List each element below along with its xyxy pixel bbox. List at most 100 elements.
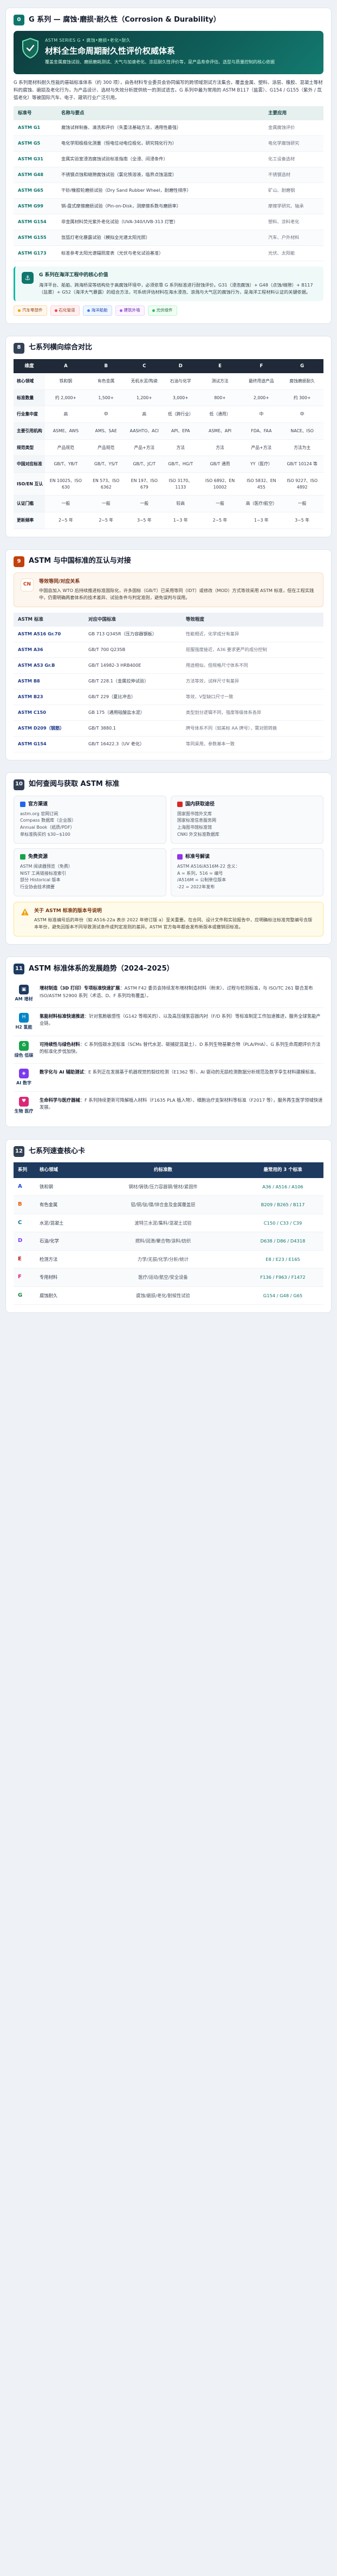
table-cell: 2~5 年 [45,512,87,529]
equivalence-degree: 等效，V型缺口尺寸一致 [182,689,323,705]
table-cell: 高（医疗/航空） [242,495,281,513]
hero-title: 材料全生命周期耐久性评价权威体系 [45,45,176,56]
column-header-astm: ASTM 标准 [14,613,84,627]
series-scope: 波特兰水泥/集料/混凝土试验 [84,1214,242,1233]
access-card-line: ASTM A516/A516M-22 含义： [177,863,240,869]
table-cell: 约 2,000+ [45,389,87,407]
access-card-line: /A516M = 公制单位版本 [177,877,226,883]
table-cell: 石油与化学 [163,373,198,390]
quick-ref-table: 系列 核心领域 约标准数 最常用的 3 个标准 A 铁和钢 钢材/铸铁/压力容器钢/… [14,1162,323,1305]
trend-heading: 数字化与 AI 辅助测试 [40,1069,84,1075]
astm-standard: ASTM A53 Gr.B [14,658,84,674]
table-cell: NACE、ISO [281,422,323,440]
access-card-line: Annual Book（纸质/PDF） [20,825,75,830]
trend-text: 氢能材料标准快速推进：针对氢脆敏感性（G142 等相关的）、以及高压储氢容器内衬… [40,1013,323,1031]
equivalence-degree: 用途相似，但规格尺寸体系不同 [182,658,323,674]
table-cell: 无机水泥/陶瓷 [125,373,163,390]
mapping-table: ASTM 标准 对应中国标准 等效程度 ASTM A516 Gr.70 GB 71… [14,613,323,752]
trend-side: H H2 氢能 [14,1012,34,1031]
industry-tags: 汽车零部件 石化管道 海洋船舶 建筑外墙 光伏组件 [14,305,323,316]
row-header: 标准数量 [14,389,45,407]
trend-key: 生物 医疗 [14,1108,34,1114]
access-card-line: 行业协会技术摘要 [20,884,55,890]
table-cell: 一般 [86,495,126,513]
version-warning: 关于 ASTM 标准的版本号说明 ASTM 标准编号后的年份（如 A516-22… [14,902,323,937]
cn-standard: GB/T 14982-3 HRB400E [84,658,182,674]
series-domain: 腐蚀耐久 [35,1286,84,1305]
section-number: 0 [14,15,24,25]
astm-standard: ASTM G154 [14,736,84,752]
trend-text: 增材制造（3D 打印）专项标准快速扩展：ASTM F42 委员会持续发布增材制造… [40,985,323,1003]
table-cell: 方法 [163,439,198,457]
tag-label: 建筑外墙 [124,307,140,313]
column-header-domain: 核心领域 [35,1162,84,1178]
standard-application: 摩擦学研究、轴承 [264,198,323,214]
table-cell: GB/T、YB/T [45,456,87,473]
table-cell: 中 [242,406,281,423]
section-number: 11 [14,964,24,975]
table-cell: 方法 [198,439,242,457]
table-cell: ISO 6892、EN 10002 [198,472,242,496]
trend-side: ♻ 绿色 低碳 [14,1040,34,1059]
table-row: B 有色金属 铝/铜/钛/镍/锌合金及金属覆盖层 B209 / B265 / B117 [14,1195,323,1214]
table-cell: 3,000+ [163,389,198,407]
heart-icon: ♥ [19,1096,29,1107]
series-scope: 医疗/运动/航空/安全设备 [84,1268,242,1287]
table-row: ASTM G5 电化学阳极极化测量（恒电位动电位极化，研究钝化行为） 电化学腐蚀研究 [14,135,323,152]
cn-standard: GB 175（通用硅酸盐水泥） [84,705,182,721]
column-header: B [86,359,126,373]
series-domain: 有色金属 [35,1195,84,1214]
access-card-line: 部分 Historical 版本 [20,877,61,883]
access-card-line: A = 系列，516 = 编号 [177,870,223,876]
cn-text: 中国自加入 WTO 后持续推进标准国际化，许多国标（GB/T）已采用等同（IDT… [39,587,314,600]
access-card-line: NIST 工具链接标准索引 [20,870,66,876]
warning-title: 关于 ASTM 标准的版本号说明 [34,908,102,914]
equivalence-degree: 牌号体系不同（如美标 AA 牌号），需对照转换 [182,720,323,737]
library-icon [177,802,183,808]
access-card: 免费资源 ASTM 阅读器预览（免费） NIST 工具链接标准索引 部分 Histor… [14,848,166,897]
table-cell: EN 573、ISO 6362 [86,472,126,496]
table-cell: 中 [281,406,323,423]
table-row: 行业集中度高中高低（跨行业） 低（通用）中中 [14,406,323,423]
table-row: 标准数量约 2,000+ 1,500+ 1,200+ 3,000+ 800+ 2,000+… [14,389,323,407]
standard-application: 电化学腐蚀研究 [264,135,323,152]
page: 0 G 系列 — 腐蚀·磨损·耐久性（Corrosion & Durabilit… [0,0,337,1323]
table-row: ISO/EN 互认 EN 10025、ISO 630 EN 573、ISO 6362… [14,472,323,496]
table-cell: 高 [125,406,163,423]
table-cell: GB/T、YS/T [86,456,126,473]
table-cell: 约 300+ [281,389,323,407]
trend-item: ▣ AM 增材 增材制造（3D 打印）专项标准快速扩展：ASTM F42 委员会持续… [14,980,323,1008]
section-title: ASTM 与中国标准的互认与对接 [29,557,131,565]
section-header: 9 ASTM 与中国标准的互认与对接 [14,556,323,567]
standard-name: 标准参考太阳光谱辐照度表（光伏与老化试验基准） [57,245,264,262]
table-row: 认证门槛 一般 一般 一般 较高 一般 高（医疗/航空） 一般 [14,495,323,513]
row-header: 认证门槛 [14,495,45,513]
cn-standard: GB/T 3880.1 [84,720,182,737]
column-header-app: 主要应用 [264,106,323,121]
section-comparison: 8 七系列横向综合对比 维度 A B C D E F G 核心领域 铁和钢 有色金属 无机水泥/陶瓷… [5,335,332,537]
equivalence-degree: 方法等效，试样尺寸有差异 [182,673,323,689]
section-number: 10 [14,779,24,790]
table-row: 规范类型 产品规范 产品规范 产品+方法 方法 方法 产品+方法 方法为主 [14,439,323,457]
tag-solar: 光伏组件 [147,305,177,316]
trend-heading: 氢能材料标准快速推进 [40,1013,85,1019]
table-row: 主要引用机构 ASME、AWS AMS、SAE AASHTO、ACI API、EPA AS… [14,422,323,440]
access-card-line: Compass 数据库（企业版） [20,818,76,823]
column-header-name: 名称与要点 [57,106,264,121]
series-top-standards: A36 / A516 / A106 [242,1178,323,1196]
gift-icon [20,854,25,860]
note-text: 海洋平台、船舶、跨海桥梁等结构处于高腐蚀环境中，必须依靠 G 系列标准进行耐蚀评… [39,282,313,295]
series-top-standards: G154 / G48 / G65 [242,1286,323,1305]
table-cell: YY（医疗） [242,456,281,473]
access-card-line: 国家图书馆外文库 [177,811,212,816]
trend-side: ♥ 生物 医疗 [14,1096,34,1115]
access-card: 标准号解读 ASTM A516/A516M-22 含义： A = 系列，516 = … [171,848,323,897]
astm-standard: ASTM C150 [14,705,84,721]
table-row: A 铁和钢 钢材/铸铁/压力容器钢/管材/紧固件 A36 / A516 / A106 [14,1178,323,1196]
table-row: ASTM A36 GB/T 700 Q235B 屈服强度接近，A36 要求更严的成分… [14,642,323,659]
section-number: 9 [14,556,24,567]
dot-icon [119,309,122,312]
hydrogen-icon: H [19,1012,29,1023]
series-scope: 力学/无损/化学/分析/统计 [84,1250,242,1269]
table-row: ASTM D209（钢筋） GB/T 3880.1 牌号体系不同（如美标 AA 牌号… [14,720,323,737]
